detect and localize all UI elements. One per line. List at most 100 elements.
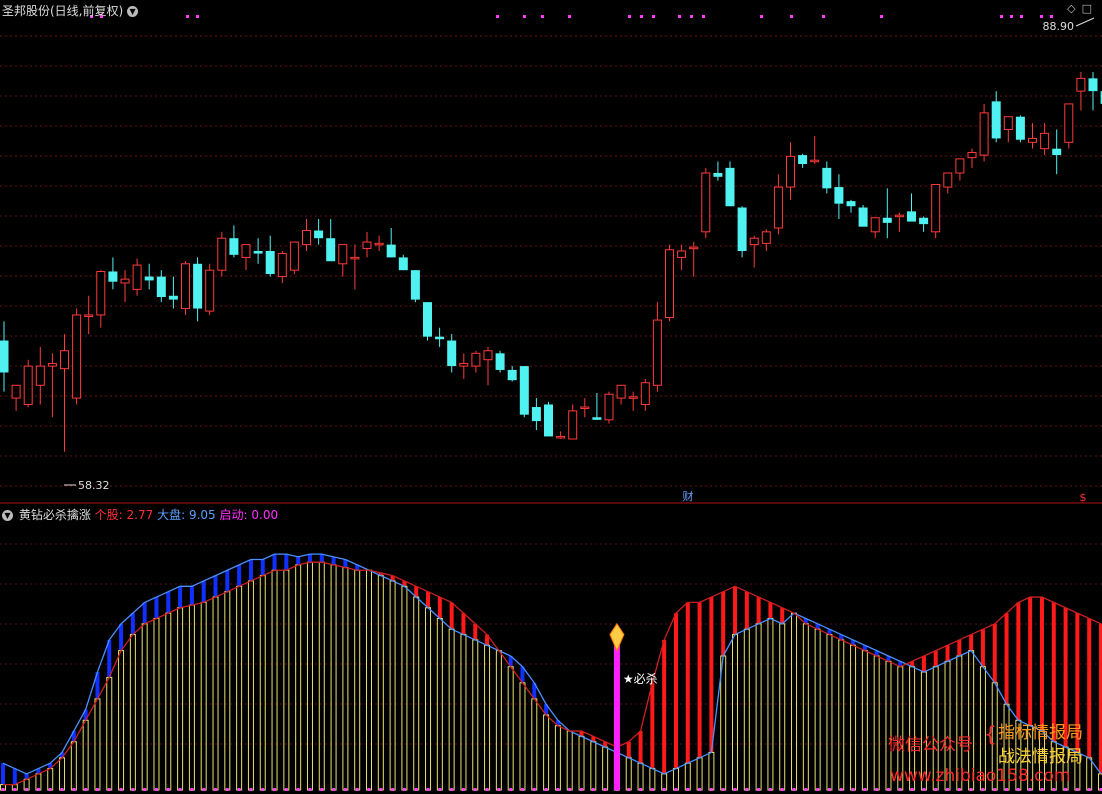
baseline-dot — [686, 788, 690, 791]
signal-dot — [790, 15, 793, 18]
signal-dot — [1020, 15, 1023, 18]
indicator-header[interactable]: ▼ 黄钻必杀擒涨 个股: 2.77 大盘: 9.05 启动: 0.00 — [2, 506, 278, 523]
baseline-dot — [426, 788, 430, 791]
base-bar — [200, 601, 207, 791]
baseline-dot — [249, 788, 253, 791]
baseline-dot — [568, 788, 572, 791]
candle-body — [907, 211, 916, 222]
baseline-dot — [745, 788, 749, 791]
baseline-dot — [119, 788, 123, 791]
candle-body — [798, 155, 808, 165]
base-bar — [637, 762, 644, 791]
signal-dot — [652, 15, 655, 18]
signal-dot — [678, 15, 681, 18]
candle-body — [1040, 132, 1050, 150]
watermark-line1: 指标情报局 — [998, 723, 1083, 743]
baseline-dot — [709, 788, 713, 791]
base-bar — [484, 644, 491, 791]
base-bar — [743, 628, 750, 791]
candle-body — [967, 152, 977, 159]
baseline-dot — [355, 788, 359, 791]
candle-body — [677, 250, 687, 258]
base-bar — [1098, 773, 1102, 791]
candle-body — [592, 417, 602, 420]
base-bar — [732, 634, 738, 791]
baseline-dot — [934, 788, 938, 791]
base-bar — [661, 773, 668, 791]
base-bar — [684, 762, 691, 791]
base-bar — [850, 644, 857, 791]
window-controls[interactable]: ◇□ — [1067, 2, 1098, 15]
signal-dot — [760, 15, 763, 18]
candle-body — [229, 238, 239, 255]
baseline-dot — [863, 788, 867, 791]
candle-body — [640, 382, 650, 405]
candle-body — [931, 183, 941, 233]
square-icon[interactable]: □ — [1082, 2, 1098, 15]
candlestick-chart[interactable]: 88.90 58.32 财 $ — [0, 0, 1102, 504]
watermark-url: www.zhibiao158.com — [890, 766, 1071, 786]
diamond-icon[interactable]: ◇ — [1067, 2, 1081, 15]
indicator-name: 黄钻必杀擒涨 — [18, 508, 91, 522]
baseline-dot — [957, 788, 961, 791]
candle-body — [435, 336, 445, 340]
baseline-dot — [261, 788, 265, 791]
candle-body — [894, 214, 904, 218]
chart-title[interactable]: 圣邦股份(日线,前复权) ▼ — [2, 2, 140, 19]
baseline-dot — [804, 788, 808, 791]
base-bar — [779, 623, 786, 791]
legend-market: 大盘: 9.05 — [157, 508, 216, 522]
low-price-label: 58.32 — [78, 479, 110, 492]
base-bar — [401, 585, 408, 791]
candle-body — [725, 167, 735, 207]
candle-body — [1052, 148, 1062, 156]
base-bar — [177, 607, 184, 791]
baseline-dot — [1028, 788, 1032, 791]
candle-body — [786, 155, 795, 188]
candle-body — [326, 238, 336, 262]
base-bar — [366, 569, 372, 791]
base-bar — [720, 655, 727, 791]
baseline-dot — [60, 788, 64, 791]
base-bar — [224, 591, 231, 791]
chevron-down-icon[interactable]: ▼ — [127, 6, 139, 17]
candle-body — [217, 237, 227, 271]
base-bar — [425, 607, 432, 791]
candle-body — [302, 230, 311, 246]
candle-body — [314, 230, 324, 239]
base-bar — [708, 751, 715, 791]
candle-body — [11, 384, 21, 399]
signal-dot — [196, 15, 199, 18]
candle-body — [483, 350, 493, 361]
base-bar — [838, 639, 845, 791]
baseline-dot — [95, 788, 99, 791]
baseline-dot — [556, 788, 560, 791]
base-bar — [519, 682, 526, 791]
chevron-down-icon[interactable]: ▼ — [2, 510, 13, 521]
candle-body — [289, 241, 299, 271]
signal-dot — [523, 15, 526, 18]
candle-body — [241, 244, 251, 258]
baseline-dot — [509, 788, 513, 791]
base-bar — [802, 623, 809, 791]
candle-body — [761, 231, 771, 244]
candle-body — [338, 244, 348, 265]
candle-body — [810, 159, 820, 163]
candle-body — [398, 257, 408, 271]
baseline-dot — [214, 788, 218, 791]
candle-body — [156, 276, 166, 298]
baseline-dot — [131, 788, 135, 791]
baseline-dot — [733, 788, 737, 791]
signal-dot — [690, 15, 693, 18]
base-bar — [873, 655, 880, 791]
candle-body — [531, 407, 541, 422]
candle-body — [870, 217, 880, 233]
baseline-dot — [898, 788, 902, 791]
baseline-dot — [839, 788, 843, 791]
candle-body — [652, 319, 662, 386]
dividend-marker: $ — [1080, 491, 1087, 504]
candle-body — [362, 241, 372, 249]
candle-body — [277, 253, 287, 278]
baseline-dot — [792, 788, 796, 791]
baseline-dot — [851, 788, 855, 791]
